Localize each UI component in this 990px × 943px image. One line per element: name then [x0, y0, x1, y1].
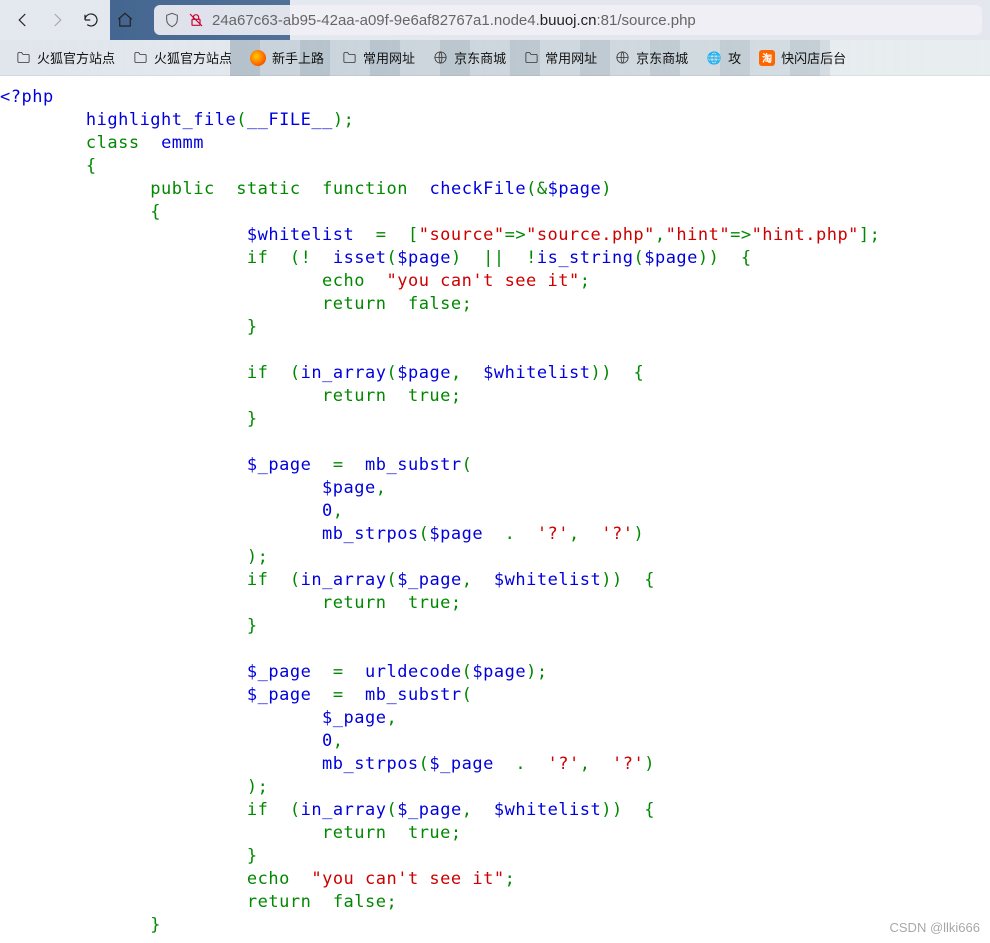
back-button[interactable] [8, 5, 38, 35]
bookmark-label: 火狐官方站点 [37, 48, 115, 67]
bookmark-item[interactable]: 🌐攻 [698, 44, 749, 71]
bookmark-label: 常用网址 [363, 48, 415, 67]
bookmark-item[interactable]: 新手上路 [242, 44, 332, 71]
bookmark-label: 新手上路 [272, 48, 324, 67]
bookmark-item[interactable]: 常用网址 [516, 44, 605, 71]
bookmarks-bar: 火狐官方站点火狐官方站点新手上路常用网址京东商城常用网址京东商城🌐攻淘快闪店后台 [0, 40, 990, 76]
bookmark-item[interactable]: 京东商城 [425, 44, 514, 71]
reload-button[interactable] [76, 5, 106, 35]
bookmark-item[interactable]: 京东商城 [607, 44, 696, 71]
site-icon: 🌐 [706, 50, 722, 66]
browser-toolbar: 24a67c63-ab95-42aa-a09f-9e6af82767a1.nod… [0, 0, 990, 40]
bookmark-item[interactable]: 淘快闪店后台 [751, 44, 854, 71]
home-button[interactable] [110, 5, 140, 35]
bookmark-item[interactable]: 火狐官方站点 [125, 44, 240, 71]
firefox-icon [250, 50, 266, 66]
php-source: <?php highlight_file(__FILE__); class em… [0, 76, 990, 937]
forward-button[interactable] [42, 5, 72, 35]
lock-slash-icon [188, 12, 204, 28]
shield-icon [164, 12, 180, 28]
bookmark-item[interactable]: 常用网址 [334, 44, 423, 71]
url-bar[interactable]: 24a67c63-ab95-42aa-a09f-9e6af82767a1.nod… [154, 5, 982, 35]
watermark: CSDN @llki666 [890, 920, 981, 935]
bookmark-item[interactable]: 火狐官方站点 [8, 44, 123, 71]
taobao-icon: 淘 [759, 50, 775, 66]
bookmark-label: 快闪店后台 [781, 48, 846, 67]
url-text: 24a67c63-ab95-42aa-a09f-9e6af82767a1.nod… [212, 12, 696, 29]
bookmark-label: 攻 [728, 48, 741, 67]
bookmark-label: 常用网址 [545, 48, 597, 67]
bookmark-label: 京东商城 [636, 48, 688, 67]
bookmark-label: 火狐官方站点 [154, 48, 232, 67]
bookmark-label: 京东商城 [454, 48, 506, 67]
